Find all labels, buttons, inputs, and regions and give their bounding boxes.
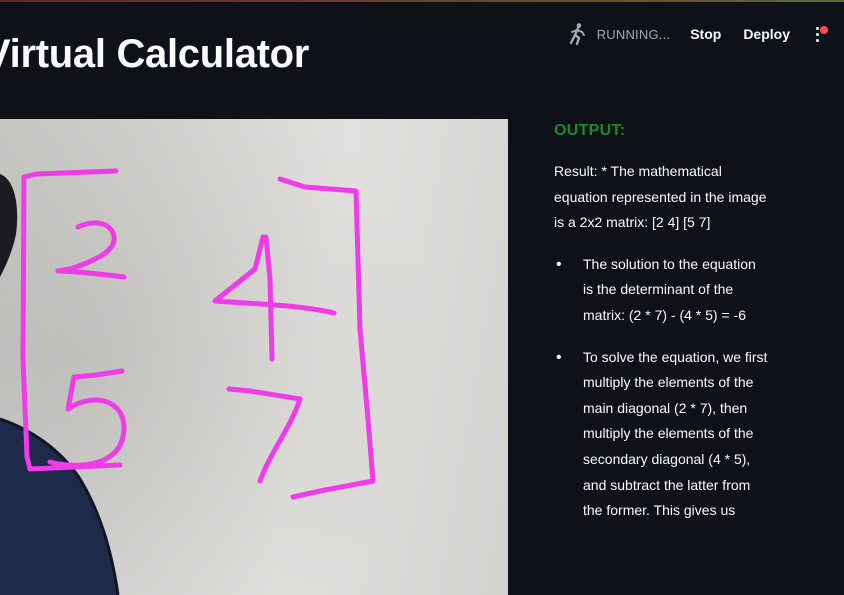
stop-button[interactable]: Stop [690,26,721,42]
result-bullet: The solution to the equation is the dete… [554,252,769,329]
output-heading: OUTPUT: [554,122,626,139]
notification-dot [820,26,828,34]
running-person-icon [569,23,585,46]
webcam-canvas[interactable] [0,119,508,595]
webcam-frame-drawing [0,119,508,595]
deploy-button[interactable]: Deploy [743,26,790,42]
result-bullet: To solve the equation, we first multiply… [554,345,769,524]
app-toolbar: RUNNING... Stop Deploy [567,20,828,48]
running-status-text: RUNNING... [596,26,671,42]
running-status: RUNNING... [567,22,671,46]
page-title: Virtual Calculator [0,32,310,76]
result-bullet-list: The solution to the equation is the dete… [554,252,769,524]
top-decoration-line [0,0,844,2]
more-vertical-icon [816,27,819,45]
output-result-panel: Result: * The mathematical equation repr… [554,159,769,540]
main-menu-button[interactable] [812,24,828,45]
result-text: Result: * The mathematical equation repr… [554,163,767,231]
